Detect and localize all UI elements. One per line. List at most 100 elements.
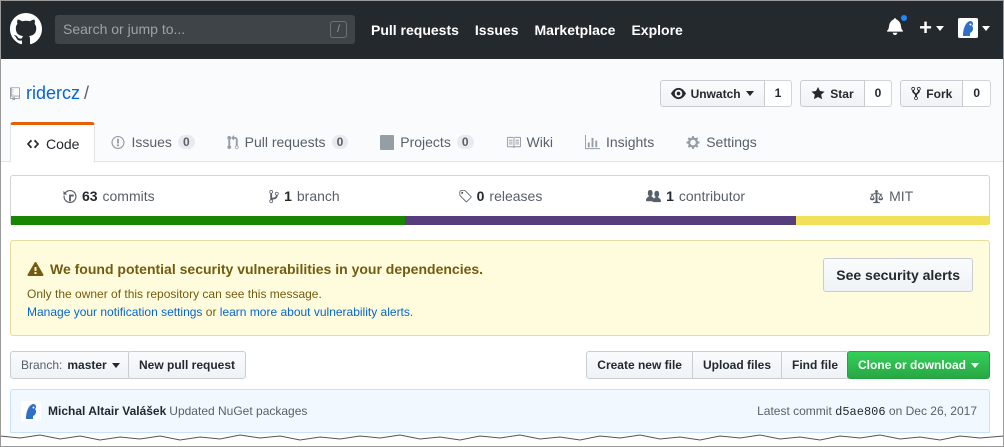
find-file-button[interactable]: Find file [781, 351, 849, 379]
contributors-link[interactable]: 1 contributor [598, 176, 794, 216]
avatar[interactable] [21, 401, 41, 421]
tab-code-label: Code [46, 135, 80, 152]
alert-period: . [409, 305, 414, 319]
tab-projects-label: Projects [400, 134, 451, 150]
chevron-down-icon [982, 25, 990, 31]
releases-label: releases [489, 188, 543, 204]
tab-code[interactable]: Code [10, 122, 96, 163]
tab-pull-requests-label: Pull requests [244, 134, 326, 150]
eye-icon [670, 87, 686, 100]
commit-date: Dec 26, 2017 [905, 404, 977, 418]
vulnerability-alerts-link[interactable]: learn more about vulnerability alerts [220, 305, 410, 319]
alert-title-text: We found potential security vulnerabilit… [50, 261, 484, 277]
see-security-alerts-button[interactable]: See security alerts [823, 258, 973, 292]
commit-author: Michal Altair Valášek Updated NuGet packa… [48, 404, 307, 418]
commit-author-name[interactable]: Michal Altair Valášek [48, 404, 166, 418]
star-button[interactable]: Star [800, 80, 865, 107]
language-bar[interactable] [11, 216, 989, 225]
notifications-bell-icon[interactable] [887, 14, 909, 39]
star-label: Star [830, 86, 854, 101]
forks-count[interactable]: 0 [963, 80, 991, 107]
graph-icon [584, 134, 600, 149]
commit-sha-link[interactable]: d5ae806 [835, 405, 885, 419]
commits-link[interactable]: 63 commits [11, 176, 207, 216]
language-segment-1 [11, 216, 406, 225]
nav-explore[interactable]: Explore [631, 22, 682, 38]
stargazers-count[interactable]: 0 [864, 80, 893, 107]
search-input[interactable]: Search or jump to... / [55, 15, 355, 44]
contributors-count: 1 [666, 188, 674, 204]
branches-link[interactable]: 1 branch [207, 176, 403, 216]
latest-commit-label: Latest commit [757, 404, 832, 418]
clone-label: Clone or download [858, 358, 966, 372]
numbers-summary: 63 commits 1 branch 0 releases 1 contrib… [11, 176, 989, 216]
torn-edge-decoration [0, 434, 1004, 447]
tab-wiki[interactable]: Wiki [490, 122, 569, 162]
code-icon [26, 139, 40, 148]
tab-insights-label: Insights [605, 134, 655, 150]
file-actions-group: Create new file Upload files Find file [586, 351, 849, 379]
alert-icon [27, 262, 44, 277]
tab-settings[interactable]: Settings [670, 122, 773, 162]
new-pull-request-button[interactable]: New pull request [128, 351, 247, 379]
branches-label: branch [296, 188, 340, 204]
security-alert-banner: We found potential security vulnerabilit… [10, 240, 990, 336]
file-navigation: Branch: master New pull request Create n… [10, 351, 990, 379]
git-pull-request-icon [227, 134, 239, 149]
github-logo-icon[interactable] [10, 13, 42, 45]
repo-actions: Unwatch 1 Star 0 Fork 0 [659, 80, 991, 107]
create-new-dropdown[interactable]: + [919, 15, 944, 40]
repo-title: ridercz / [10, 83, 89, 104]
upload-files-button[interactable]: Upload files [691, 351, 782, 379]
repo-icon [10, 86, 20, 101]
nav-issues[interactable]: Issues [475, 22, 519, 38]
chevron-down-icon [111, 362, 120, 368]
law-icon [870, 189, 884, 203]
book-icon [506, 136, 521, 148]
releases-link[interactable]: 0 releases [402, 176, 598, 216]
tab-issues[interactable]: Issues 0 [95, 122, 210, 162]
global-nav: Pull requests Issues Marketplace Explore [371, 0, 699, 59]
fork-button[interactable]: Fork [900, 80, 964, 107]
watchers-count[interactable]: 1 [764, 80, 793, 107]
nav-pull-requests[interactable]: Pull requests [371, 22, 459, 38]
tab-issues-label: Issues [131, 134, 172, 150]
tab-projects[interactable]: Projects 0 [364, 122, 489, 162]
license-label: MIT [889, 188, 914, 204]
commits-count: 63 [81, 188, 98, 204]
chevron-down-icon [745, 91, 754, 96]
search-placeholder: Search or jump to... [63, 21, 186, 37]
star-group: Star 0 [800, 80, 893, 107]
git-branch-icon [269, 189, 279, 203]
clone-or-download-button[interactable]: Clone or download [847, 351, 990, 379]
branch-select-button[interactable]: Branch: master [10, 351, 131, 379]
avatar [958, 18, 978, 38]
fork-label: Fork [926, 86, 953, 101]
star-icon [811, 86, 825, 100]
branches-count: 1 [284, 188, 292, 204]
commit-on-text: on [888, 404, 903, 418]
path-separator: / [84, 83, 90, 103]
issue-opened-icon [111, 135, 126, 149]
nav-marketplace[interactable]: Marketplace [535, 22, 616, 38]
plus-icon: + [919, 15, 932, 40]
unwatch-button[interactable]: Unwatch [659, 80, 765, 107]
tab-insights[interactable]: Insights [569, 122, 670, 162]
tab-pull-requests[interactable]: Pull requests 0 [211, 122, 365, 162]
watch-group: Unwatch 1 [659, 80, 793, 107]
tab-wiki-label: Wiki [526, 134, 553, 150]
create-new-file-button[interactable]: Create new file [586, 351, 693, 379]
projects-counter: 0 [456, 135, 474, 149]
chevron-down-icon [936, 25, 944, 31]
repo-owner-link[interactable]: ridercz [26, 83, 80, 104]
commit-message[interactable]: Updated NuGet packages [169, 404, 307, 418]
tab-settings-label: Settings [706, 134, 757, 150]
repo-summary: 63 commits 1 branch 0 releases 1 contrib… [10, 175, 990, 225]
alert-subtitle: Only the owner of this repository can se… [27, 287, 322, 301]
notification-settings-link[interactable]: Manage your notification settings [27, 305, 202, 319]
user-menu-dropdown[interactable] [958, 18, 990, 38]
branch-prefix: Branch: [21, 358, 63, 372]
license-link[interactable]: MIT [793, 176, 989, 216]
project-icon [380, 134, 395, 150]
pull-requests-counter: 0 [331, 135, 349, 149]
